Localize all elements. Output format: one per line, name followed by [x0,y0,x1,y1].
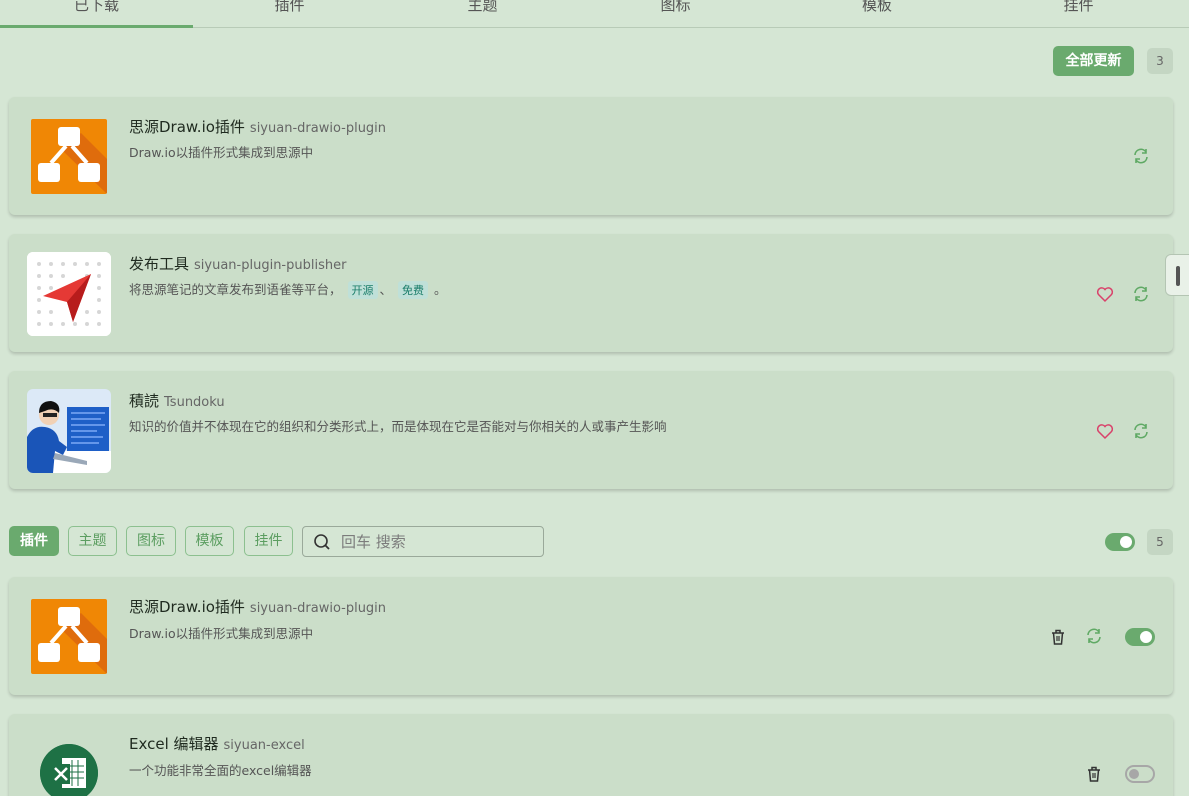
installed-card-excel[interactable]: Excel 编辑器 siyuan-excel 一个功能非常全面的excel编辑器 [9,714,1173,796]
installed-card-drawio[interactable]: 思源Draw.io插件 siyuan-drawio-plugin Draw.io以… [9,577,1173,695]
plugin-name: 发布工具 [129,255,190,273]
plugin-name: 思源Draw.io插件 [129,118,245,136]
plugin-enable-toggle[interactable] [1125,765,1155,783]
plugin-description: 一个功能非常全面的excel编辑器 [129,763,312,778]
update-card-drawio[interactable]: 思源Draw.io插件 siyuan-drawio-plugin Draw.io以… [9,97,1173,215]
update-title: 積読 Tsundoku [129,390,225,411]
plugin-name: 積読 [129,392,160,410]
update-card-publisher[interactable]: 发布工具 siyuan-plugin-publisher 将思源笔记的文章发布到语… [9,234,1173,352]
trash-icon[interactable] [1084,764,1104,784]
description-end: 。 [433,282,447,297]
show-enabled-toggle[interactable] [1105,533,1135,551]
tab-themes[interactable]: 主题 [386,0,579,27]
excel-logo [40,744,98,796]
filter-templates-button[interactable]: 模板 [185,526,234,556]
update-count-badge: 3 [1147,48,1173,74]
search-input[interactable] [341,531,536,553]
tsundoku-logo [27,389,111,473]
trash-icon[interactable] [1048,627,1068,647]
bazaar-tabs: 已下载 插件 主题 图标 模板 挂件 [0,0,1189,28]
plugin-package: siyuan-plugin-publisher [194,258,347,273]
installed-title: 思源Draw.io插件 siyuan-drawio-plugin [129,596,386,617]
plugin-name: 思源Draw.io插件 [129,598,245,616]
update-title: 发布工具 siyuan-plugin-publisher [129,253,346,274]
update-title: 思源Draw.io插件 siyuan-drawio-plugin [129,116,386,137]
description-text: 将思源笔记的文章发布到语雀等平台， [129,282,342,297]
bazaar-page: 已下载 插件 主题 图标 模板 挂件 全部更新 3 思源Draw.io插件 siy… [0,0,1189,796]
plugin-package: siyuan-drawio-plugin [249,601,387,616]
update-all-button[interactable]: 全部更新 [1053,46,1134,76]
plugin-description: 知识的价值并不体现在它的组织和分类形式上，而是体现在它是否能对与你相关的人或事产… [129,419,667,434]
tab-plugins[interactable]: 插件 [193,0,386,27]
heart-icon[interactable] [1095,421,1115,441]
update-card-tsundoku[interactable]: 積読 Tsundoku 知识的价值并不体现在它的组织和分类形式上，而是体现在它是否… [9,371,1173,489]
search-icon [313,533,331,551]
refresh-icon[interactable] [1131,284,1151,304]
tab-templates[interactable]: 模板 [772,0,982,27]
refresh-icon[interactable] [1131,421,1151,441]
plugin-package: siyuan-excel [223,738,305,753]
installed-title: Excel 编辑器 siyuan-excel [129,733,305,754]
heart-icon[interactable] [1095,284,1115,304]
tab-downloaded[interactable]: 已下载 [0,0,193,28]
description-separator: 、 [379,282,393,297]
tag-free: 免费 [398,281,428,299]
tab-widgets[interactable]: 挂件 [982,0,1175,27]
plugin-enable-toggle[interactable] [1125,628,1155,646]
plugin-package: siyuan-drawio-plugin [249,121,387,136]
tag-open-source: 开源 [347,281,378,299]
plugin-name: Excel 编辑器 [129,735,219,753]
plugin-description: Draw.io以插件形式集成到思源中 [129,626,314,641]
plugin-description: 将思源笔记的文章发布到语雀等平台， 开源、 免费 。 [129,279,447,299]
filter-widgets-button[interactable]: 挂件 [244,526,293,556]
side-drag-handle[interactable] [1165,254,1189,296]
installed-count-badge: 5 [1147,529,1173,555]
search-box [302,526,544,557]
plugin-package: Tsundoku [164,395,225,410]
refresh-icon[interactable] [1084,626,1104,646]
drawio-logo [31,599,107,674]
drawio-logo [31,119,107,194]
filter-plugins-button[interactable]: 插件 [9,526,59,556]
plugin-description: Draw.io以插件形式集成到思源中 [129,145,314,160]
publisher-logo [27,252,111,336]
tab-icons[interactable]: 图标 [579,0,772,27]
filter-icons-button[interactable]: 图标 [126,526,176,556]
refresh-icon[interactable] [1131,146,1151,166]
filter-themes-button[interactable]: 主题 [68,526,117,556]
